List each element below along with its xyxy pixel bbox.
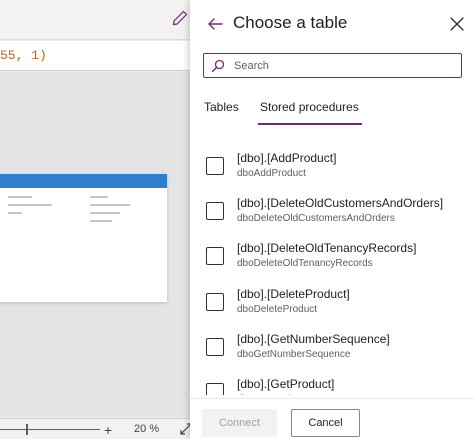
formula-text: 55, 1) — [0, 48, 47, 63]
canvas-screen-preview[interactable] — [0, 174, 167, 302]
item-name: [dbo].[GetNumberSequence] — [237, 332, 390, 346]
background-app: 55, 1) + 20 % — [0, 0, 192, 439]
search-icon — [211, 59, 225, 73]
zoom-level: 20 % — [134, 423, 159, 435]
item-name: [dbo].[DeleteProduct] — [237, 287, 350, 301]
screen-preview-header — [0, 174, 167, 188]
item-subtitle: dboDeleteProduct — [237, 304, 318, 315]
item-checkbox[interactable] — [206, 338, 224, 356]
list-item[interactable]: [dbo].[GetProduct] dboGetProduct — [190, 376, 474, 395]
panel-footer: Connect Cancel — [190, 398, 474, 439]
item-subtitle: dboDeleteOldTenancyRecords — [237, 258, 373, 269]
item-checkbox[interactable] — [206, 202, 224, 220]
back-arrow-icon[interactable] — [206, 15, 224, 33]
list-item[interactable]: [dbo].[GetNumberSequence] dboGetNumberSe… — [190, 331, 474, 376]
list-item[interactable]: [dbo].[DeleteProduct] dboDeleteProduct — [190, 286, 474, 331]
zoom-value: 20 — [134, 423, 147, 435]
item-checkbox[interactable] — [206, 157, 224, 175]
choose-table-panel: Choose a table Tables Stored procedures … — [190, 0, 474, 439]
connect-button[interactable]: Connect — [202, 409, 277, 437]
tab-tables[interactable]: Tables — [204, 100, 239, 114]
list-item[interactable]: [dbo].[DeleteOldTenancyRecords] dboDelet… — [190, 240, 474, 285]
tab-stored-procedures[interactable]: Stored procedures — [260, 100, 359, 114]
status-bar: + 20 % — [0, 418, 192, 439]
panel-title: Choose a table — [233, 13, 348, 32]
item-checkbox[interactable] — [206, 247, 224, 265]
list-item[interactable]: [dbo].[DeleteOldCustomersAndOrders] dboD… — [190, 195, 474, 240]
item-subtitle: dboGetNumberSequence — [237, 349, 351, 360]
item-name: [dbo].[GetProduct] — [237, 377, 335, 391]
item-name: [dbo].[DeleteOldTenancyRecords] — [237, 241, 417, 255]
item-checkbox[interactable] — [206, 293, 224, 311]
item-checkbox[interactable] — [206, 383, 224, 395]
design-canvas[interactable] — [0, 72, 190, 417]
item-subtitle: dboDeleteOldCustomersAndOrders — [237, 213, 395, 224]
item-subtitle: dboGetProduct — [237, 394, 304, 395]
close-icon[interactable] — [448, 15, 466, 33]
search-box[interactable] — [203, 53, 462, 78]
search-input[interactable] — [234, 57, 454, 75]
item-subtitle: dboAddProduct — [237, 168, 306, 179]
selected-tab-indicator — [258, 123, 362, 125]
cancel-button[interactable]: Cancel — [291, 409, 360, 437]
item-name: [dbo].[AddProduct] — [237, 151, 337, 165]
zoom-slider[interactable] — [0, 429, 100, 430]
pencil-icon[interactable] — [172, 10, 188, 26]
app-toolbar — [0, 0, 190, 40]
item-name: [dbo].[DeleteOldCustomersAndOrders] — [237, 196, 444, 210]
list-item[interactable]: [dbo].[AddProduct] dboAddProduct — [190, 150, 474, 195]
stored-procedure-list: [dbo].[AddProduct] dboAddProduct [dbo].[… — [190, 150, 474, 395]
zoom-in-button[interactable]: + — [104, 422, 112, 438]
formula-bar[interactable]: 55, 1) — [0, 41, 190, 71]
zoom-slider-thumb[interactable] — [26, 424, 28, 435]
zoom-unit: % — [149, 423, 160, 435]
